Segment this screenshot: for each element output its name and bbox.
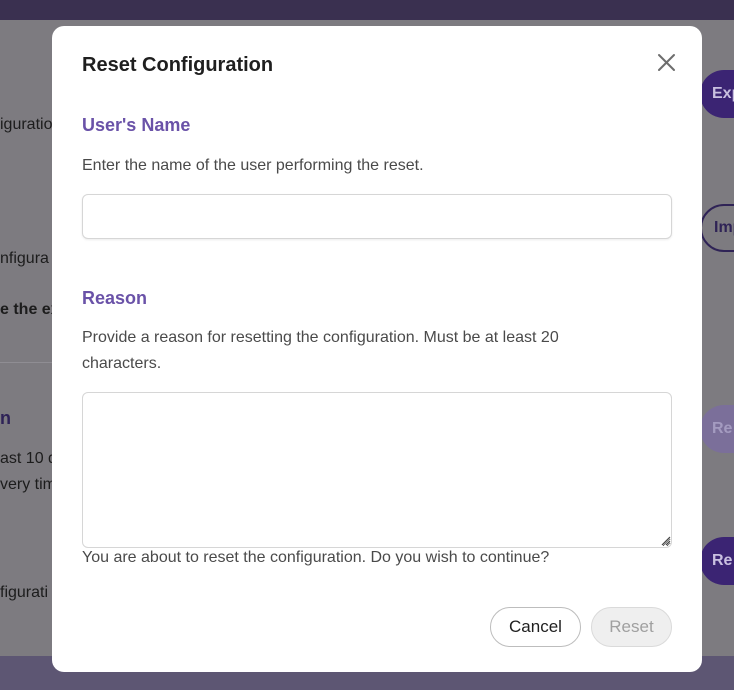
close-icon	[658, 54, 675, 71]
close-button[interactable]	[652, 48, 682, 78]
background-divider	[0, 362, 60, 363]
background-text: very tim	[0, 476, 56, 493]
reason-label: Reason	[82, 288, 148, 308]
app-header-bar	[0, 0, 734, 20]
background-text: nfigura	[0, 250, 49, 267]
user-name-input[interactable]	[82, 194, 672, 239]
reason-help: Provide a reason for resetting the confi…	[82, 329, 559, 372]
background-button: Re	[700, 405, 734, 453]
background-text: ast 10 d	[0, 450, 57, 467]
reset-button[interactable]: Reset	[591, 607, 672, 647]
user-name-help: Enter the name of the user performing th…	[82, 157, 424, 174]
user-name-label: User's Name	[82, 115, 191, 135]
background-text: e the ex	[0, 301, 60, 318]
reason-textarea[interactable]	[82, 392, 672, 548]
background-section-title: n	[0, 408, 11, 428]
resize-handle-icon[interactable]	[659, 534, 671, 546]
dialog-title: Reset Configuration	[82, 54, 274, 76]
background-text: iguratio	[0, 116, 53, 133]
background-text: figurati	[0, 584, 49, 601]
confirm-message: You are about to reset the configuration…	[82, 549, 550, 566]
import-button: Imp	[700, 204, 734, 252]
cancel-button[interactable]: Cancel	[490, 607, 581, 647]
background-reset-button: Re	[700, 537, 734, 585]
export-button: Exp	[700, 70, 734, 118]
reset-configuration-dialog: Reset Configuration User's Name Enter th…	[52, 26, 702, 672]
